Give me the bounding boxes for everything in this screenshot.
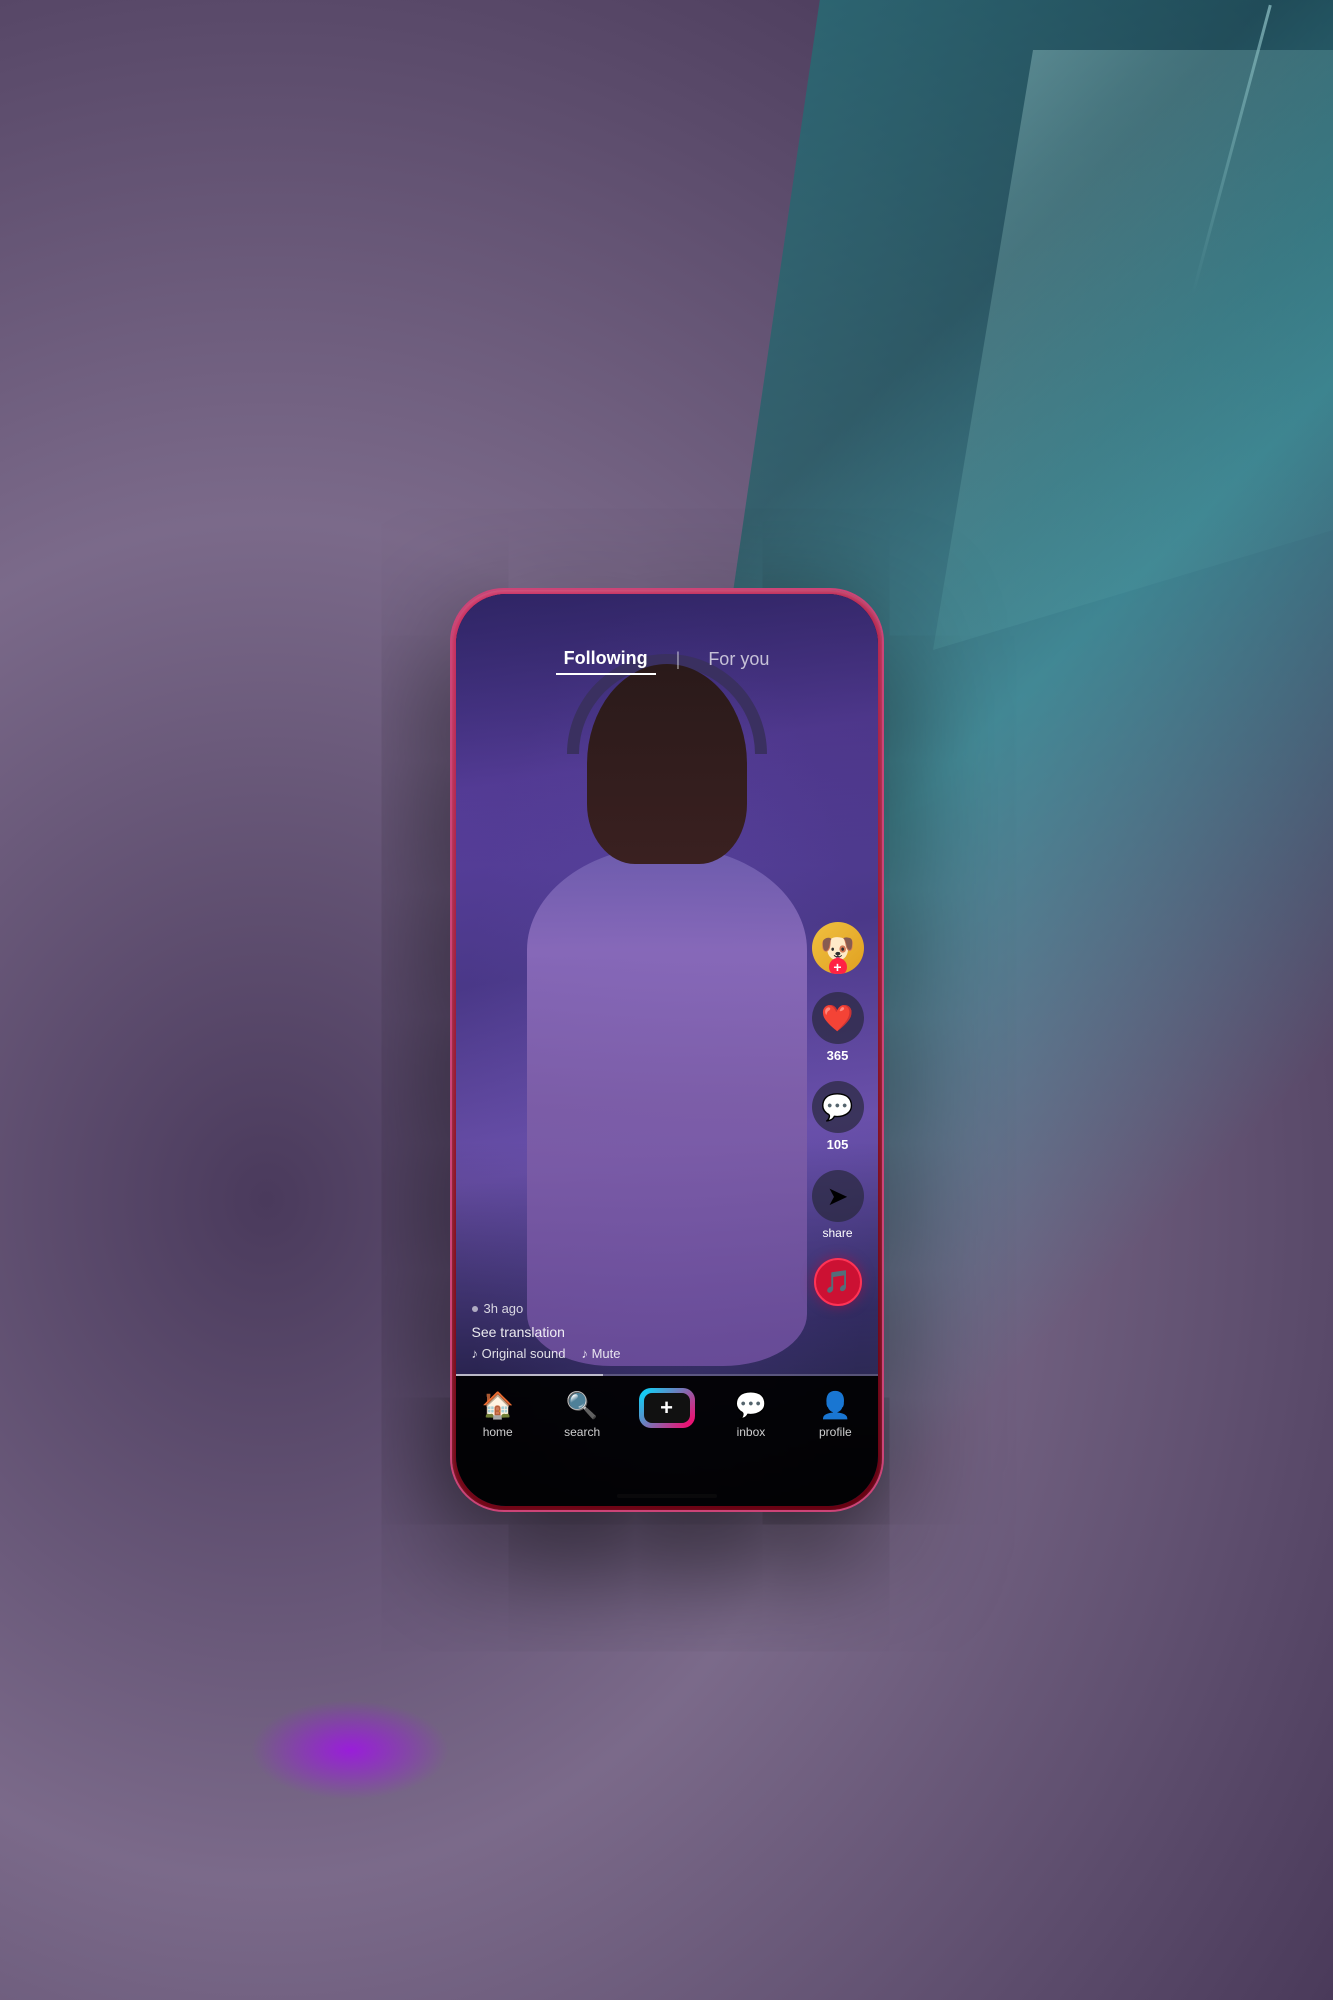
phone-frame: Following | For you 🐶 + ❤️ [452,590,882,1510]
share-button[interactable]: ➤ share [812,1170,864,1240]
nav-divider: | [676,649,681,670]
original-sound-label[interactable]: ♪ Original sound [472,1346,566,1361]
home-label: home [483,1425,513,1439]
comment-icon[interactable]: 💬 [812,1081,864,1133]
share-icon[interactable]: ➤ [812,1170,864,1222]
phone-inner: Following | For you 🐶 + ❤️ [456,594,878,1506]
right-actions: 🐶 + ❤️ 365 💬 105 [812,922,864,1306]
phone-wrapper: Following | For you 🐶 + ❤️ [452,590,882,1510]
search-label: search [564,1425,600,1439]
inbox-icon: 💬 [735,1390,767,1421]
creator-avatar-button[interactable]: 🐶 + [812,922,864,974]
comment-count: 105 [827,1137,849,1152]
mute-sound-button[interactable]: ♪ Mute [581,1346,620,1361]
see-translation-link[interactable]: See translation [472,1324,798,1340]
tab-following[interactable]: Following [556,644,656,675]
timestamp-text: 3h ago [484,1301,524,1316]
person-hair [587,664,747,864]
add-icon: + [644,1393,690,1423]
nav-item-search[interactable]: 🔍 search [540,1390,624,1439]
like-count: 365 [827,1048,849,1063]
bottom-nav: 🏠 home 🔍 search + 💬 inbox [456,1376,878,1506]
tab-for-you[interactable]: For you [700,645,777,674]
sound-info: ♪ Original sound ♪ Mute [472,1346,798,1361]
nav-item-inbox[interactable]: 💬 inbox [709,1390,793,1439]
share-label: share [822,1226,852,1240]
like-button[interactable]: ❤️ 365 [812,992,864,1063]
person-silhouette [527,846,807,1366]
home-icon: 🏠 [482,1390,514,1421]
follow-plus-icon: + [829,958,847,974]
add-button[interactable]: + [641,1390,693,1426]
comment-button[interactable]: 💬 105 [812,1081,864,1152]
music-disc-icon[interactable]: 🎵 [814,1258,862,1306]
inbox-label: inbox [737,1425,766,1439]
top-nav: Following | For you [456,594,878,685]
nav-item-home[interactable]: 🏠 home [456,1390,540,1439]
profile-label: profile [819,1425,852,1439]
screen: Following | For you 🐶 + ❤️ [456,594,878,1506]
nav-item-add[interactable]: + [624,1390,708,1426]
bottom-info: 3h ago See translation ♪ Original sound … [472,1301,798,1361]
search-icon: 🔍 [566,1390,598,1421]
nav-item-profile[interactable]: 👤 profile [793,1390,877,1439]
background-glow [250,1700,450,1800]
video-timestamp: 3h ago [472,1301,798,1316]
music-disc-button[interactable]: 🎵 [814,1258,862,1306]
avatar[interactable]: 🐶 + [812,922,864,974]
profile-icon: 👤 [819,1390,851,1421]
heart-icon[interactable]: ❤️ [812,992,864,1044]
timestamp-dot [472,1306,478,1312]
